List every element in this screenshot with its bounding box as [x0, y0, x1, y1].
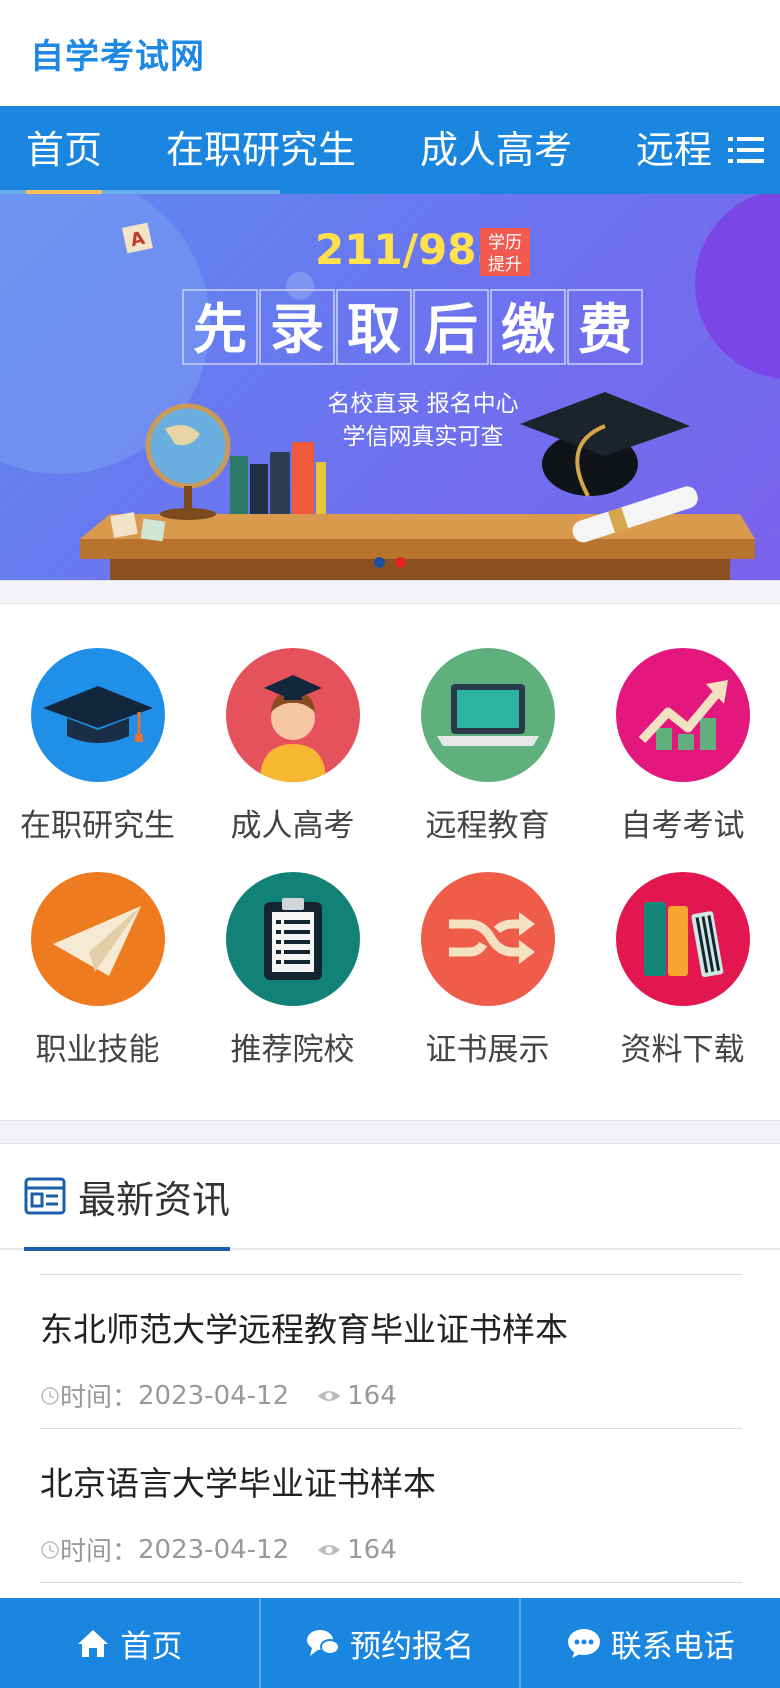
news-item[interactable]: 北京语言大学毕业证书样本 时间： 2023-04-12 164 [40, 1428, 742, 1582]
graduation-cap-icon [30, 648, 165, 782]
nav-item-distance[interactable]: 远程 [636, 106, 712, 194]
category-label: 职业技能 [35, 1032, 160, 1068]
menu-icon [728, 137, 764, 163]
banner-tag-number: 211/985 [315, 225, 506, 274]
category-label: 自考考试 [620, 808, 745, 844]
news-item-title[interactable]: 北京语言大学毕业证书样本 [40, 1457, 742, 1505]
clock-icon [41, 1540, 59, 1559]
category-label: 证书展示 [425, 1032, 550, 1068]
page: 自学考试网 首页 在职研究生 成人高考 远程 A 211/985 学历 提升 先… [0, 0, 780, 1688]
news-item-meta: 时间： 2023-04-12 164 [40, 1377, 742, 1414]
section-divider [0, 580, 780, 604]
news-section-header: 最新资讯 [0, 1143, 780, 1251]
news-icon [24, 1177, 66, 1215]
laptop-icon [420, 648, 555, 782]
nav-menu-button[interactable] [712, 106, 780, 194]
category-postgraduate[interactable]: 在职研究生 [0, 648, 195, 872]
main-nav: 首页 在职研究生 成人高考 远程 [0, 106, 780, 194]
news-item[interactable]: 东北师范大学远程教育毕业证书样本 时间： 2023-04-12 164 [40, 1274, 742, 1428]
news-time-label: 时间： [60, 1383, 139, 1413]
nav-item-home[interactable]: 首页 [26, 106, 103, 194]
banner-headline-char: 费 [578, 298, 632, 361]
banner-headline-char: 先 [193, 298, 247, 361]
section-divider [0, 1120, 780, 1144]
category-vocational-skills[interactable]: 职业技能 [0, 872, 195, 1096]
promo-banner[interactable]: A 211/985 学历 提升 先 录 取 后 缴 费 名校直录 报名中心 学信… [0, 194, 780, 580]
home-icon [78, 1630, 109, 1657]
news-section-title: 最新资讯 [78, 1177, 231, 1222]
bottom-phone-label: 联系电话 [610, 1628, 735, 1665]
category-downloads[interactable]: 资料下载 [585, 872, 780, 1096]
books-icon [615, 872, 750, 1006]
news-item-title[interactable]: 东北师范大学远程教育毕业证书样本 [40, 1303, 742, 1351]
banner-tag-badge-2: 提升 [488, 255, 522, 275]
bottom-action-bar: 首页 预约报名 联系电话 [0, 1598, 780, 1688]
banner-headline-char: 取 [347, 298, 401, 361]
news-item-views: 164 [347, 1534, 397, 1565]
banner-subline-1: 名校直录 报名中心 [327, 391, 518, 417]
clock-icon [41, 1386, 59, 1405]
banner-headline-char: 缴 [501, 298, 555, 361]
news-item-date: 2023-04-12 [138, 1534, 290, 1565]
growth-chart-icon [615, 648, 750, 782]
category-label: 远程教育 [425, 808, 550, 844]
banner-headline-char: 录 [270, 298, 324, 361]
chat-dots-icon [567, 1629, 600, 1658]
category-adult-exam[interactable]: 成人高考 [195, 648, 390, 872]
eye-icon [318, 1390, 341, 1401]
banner-subline-2: 学信网真实可查 [343, 424, 504, 450]
category-certificates[interactable]: 证书展示 [390, 872, 585, 1096]
news-item-meta: 时间： 2023-04-12 164 [40, 1531, 742, 1568]
category-label: 推荐院校 [230, 1032, 355, 1068]
clipboard-icon [225, 872, 360, 1006]
bottom-home-label: 首页 [120, 1628, 183, 1665]
site-logo[interactable]: 自学考试网 [30, 29, 205, 78]
news-item-date: 2023-04-12 [138, 1380, 290, 1411]
shuffle-icon [420, 872, 555, 1006]
banner-dot[interactable] [374, 557, 385, 568]
category-label: 资料下载 [620, 1032, 745, 1068]
eye-icon [318, 1544, 341, 1555]
category-grid: 在职研究生 成人高考 远程教育 自考考试 职业技能 推荐院校 证书展示 资料下载 [0, 604, 780, 1120]
banner-pagination [374, 557, 406, 568]
student-avatar-icon [225, 648, 360, 782]
category-self-study-exam[interactable]: 自考考试 [585, 648, 780, 872]
bottom-signup-button[interactable]: 预约报名 [261, 1598, 522, 1688]
nav-item-adult-exam[interactable]: 成人高考 [420, 106, 572, 194]
banner-tag-badge-1: 学历 [488, 233, 522, 253]
news-time-label: 时间： [60, 1537, 139, 1567]
category-label: 成人高考 [230, 808, 355, 844]
bottom-phone-button[interactable]: 联系电话 [521, 1598, 780, 1688]
site-header: 自学考试网 [0, 0, 780, 106]
nav-item-postgraduate[interactable]: 在职研究生 [166, 106, 356, 194]
nav-track: 首页 在职研究生 成人高考 远程 [0, 106, 776, 194]
category-label: 在职研究生 [20, 808, 175, 844]
banner-artwork: A 211/985 学历 提升 先 录 取 后 缴 费 名校直录 报名中心 学信… [0, 194, 780, 580]
banner-dot-active[interactable] [395, 557, 406, 568]
bottom-signup-label: 预约报名 [350, 1628, 474, 1665]
bottom-home-button[interactable]: 首页 [0, 1598, 261, 1688]
chat-bubbles-icon [307, 1630, 340, 1656]
banner-headline-char: 后 [424, 298, 478, 361]
category-distance-education[interactable]: 远程教育 [390, 648, 585, 872]
news-header-tab[interactable]: 最新资讯 [24, 1143, 231, 1251]
paper-plane-icon [30, 872, 165, 1006]
news-item-views: 164 [347, 1380, 397, 1411]
category-recommended-schools[interactable]: 推荐院校 [195, 872, 390, 1096]
